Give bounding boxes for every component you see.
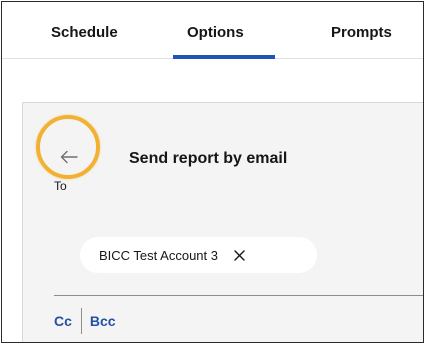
tab-prompts[interactable]: Prompts	[331, 24, 392, 41]
tab-bar: Schedule Options Prompts	[2, 2, 423, 59]
remove-recipient-button[interactable]	[231, 247, 247, 263]
cc-bcc-row: Cc Bcc	[54, 308, 116, 334]
to-recipient-field[interactable]: BICC Test Account 3	[54, 219, 423, 296]
report-options-window: Schedule Options Prompts Send report by …	[1, 1, 424, 343]
recipient-chip: BICC Test Account 3	[80, 237, 317, 273]
close-icon	[233, 249, 245, 261]
active-tab-indicator	[173, 55, 275, 59]
cc-link[interactable]: Cc	[54, 313, 72, 329]
back-button[interactable]	[54, 145, 84, 169]
tab-schedule[interactable]: Schedule	[51, 24, 118, 41]
arrow-left-icon	[60, 150, 78, 164]
tab-options[interactable]: Options	[187, 24, 244, 41]
panel-heading: Send report by email	[129, 150, 288, 167]
to-label: To	[54, 179, 67, 193]
recipient-chip-label: BICC Test Account 3	[99, 247, 218, 263]
cc-bcc-divider	[80, 308, 82, 334]
bcc-link[interactable]: Bcc	[90, 313, 116, 329]
